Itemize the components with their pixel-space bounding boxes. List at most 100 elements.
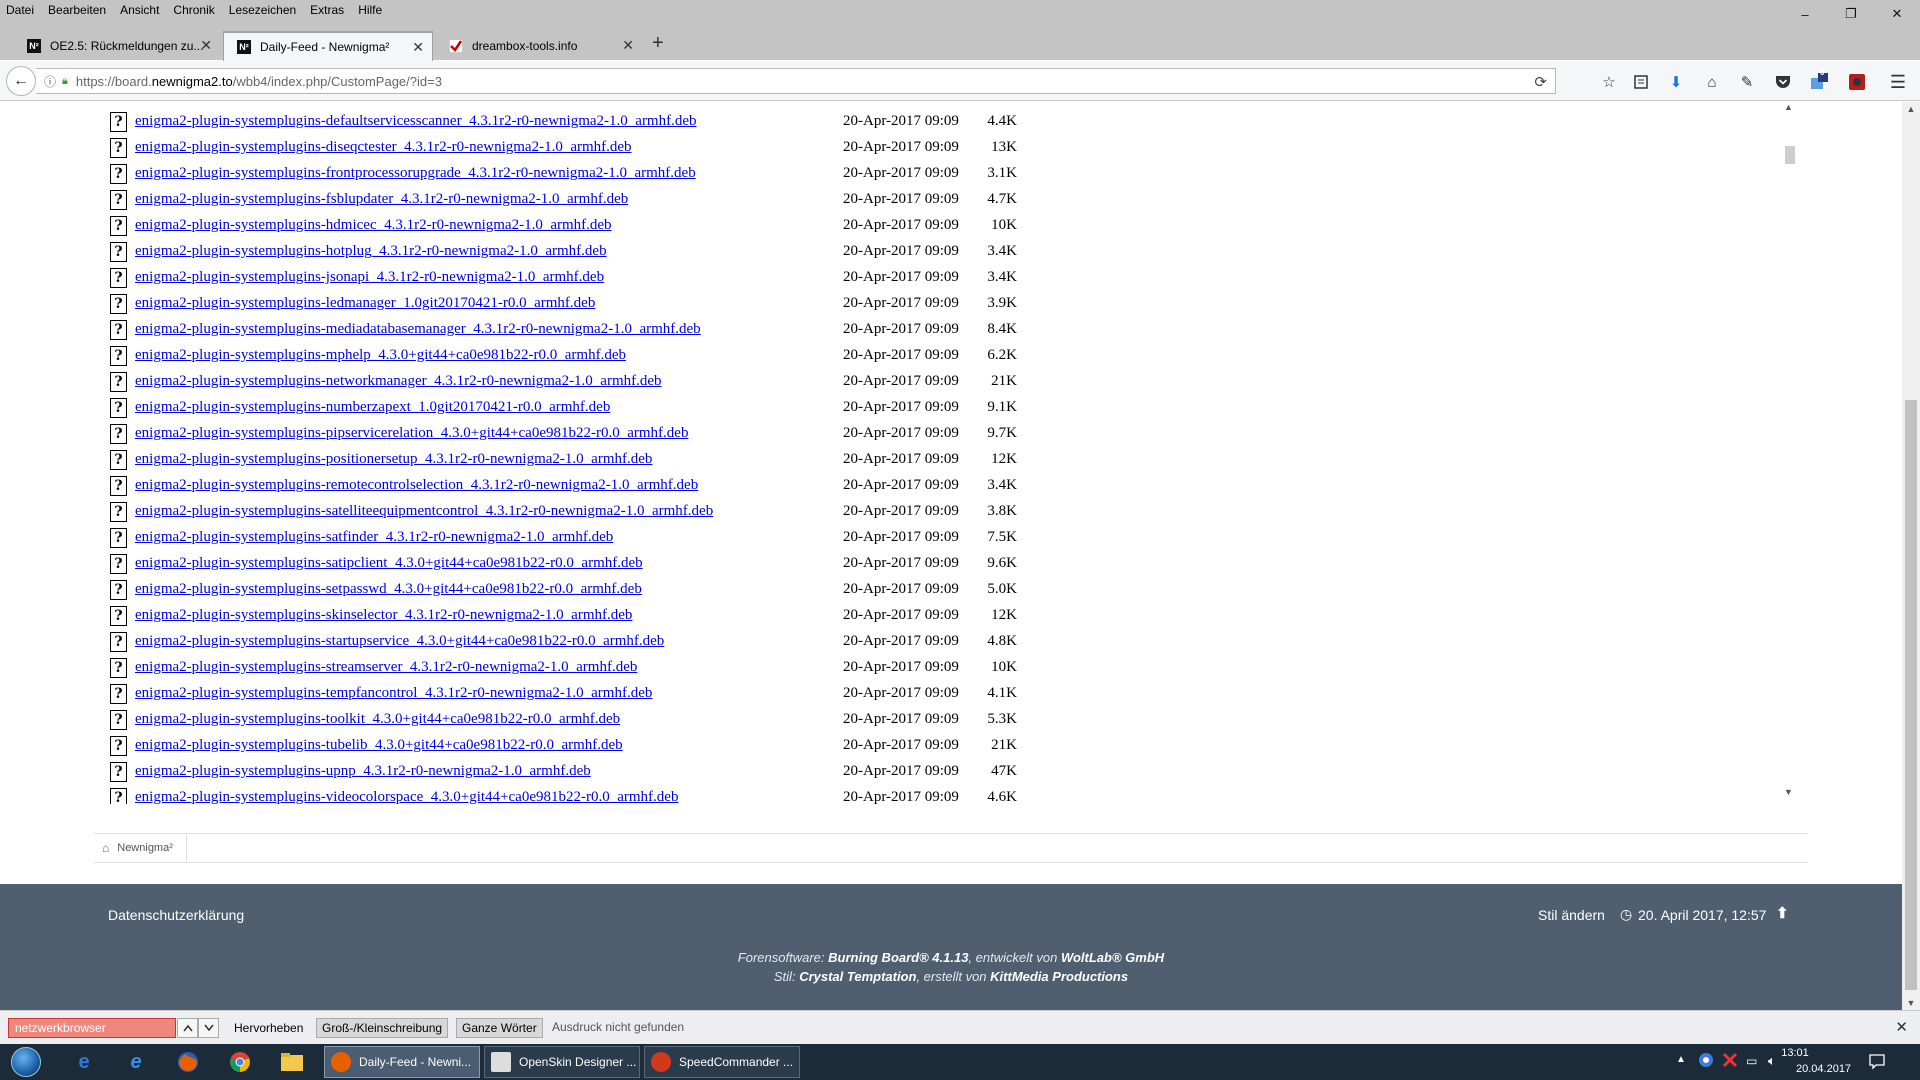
newnigma-favicon-icon: N² [26,38,42,54]
file-link[interactable]: enigma2-plugin-systemplugins-startupserv… [135,633,664,650]
tray-clock-time[interactable]: 13:01 [1775,1047,1815,1059]
highlight-toggle[interactable]: Hervorheben [229,1018,308,1038]
url-bar[interactable]: ⓘ 🔒︎ https://board.newnigma2.to/wbb4/ind… [36,68,1556,94]
scroll-down-icon[interactable]: ▼ [1902,998,1920,1008]
breadcrumb-link[interactable]: Newnigma² [117,842,173,854]
inner-scrollbar[interactable]: ▲ ▼ [1780,102,1797,804]
tab-dreambox-tools[interactable]: dreambox-tools.info ✕ [436,31,642,61]
taskbar-item-speedcommander[interactable]: SpeedCommander ... [644,1046,800,1078]
change-style-link[interactable]: Stil ändern [1538,907,1605,923]
bookmark-star-icon[interactable]: ☆ [1598,71,1620,93]
credit-author-link[interactable]: KittMedia Productions [990,969,1128,984]
file-link[interactable]: enigma2-plugin-systemplugins-numberzapex… [135,399,610,416]
close-tab-icon[interactable]: ✕ [412,40,424,54]
tab-oe25[interactable]: N² OE2.5: Rückmeldungen zu... ✕ [14,31,220,61]
menu-ansicht[interactable]: Ansicht [113,0,166,20]
page-scrollbar[interactable]: ▲ ▼ [1902,102,1920,1010]
extension-icon[interactable] [1846,71,1868,93]
close-tab-icon[interactable]: ✕ [622,38,634,52]
scroll-up-icon[interactable]: ▲ [1902,104,1920,114]
taskbar-item-openskin[interactable]: OpenSkin Designer ... [484,1046,640,1078]
tab-daily-feed[interactable]: N² Daily-Feed - Newnigma² ✕ [223,31,433,61]
file-link[interactable]: enigma2-plugin-systemplugins-pipservicer… [135,425,688,442]
file-link[interactable]: enigma2-plugin-systemplugins-jsonapi_4.3… [135,269,604,286]
scroll-top-icon[interactable]: ⬆ [1776,904,1789,922]
tray-expand-icon[interactable]: ▲ [1676,1054,1686,1065]
menu-bearbeiten[interactable]: Bearbeiten [41,0,113,20]
file-link[interactable]: enigma2-plugin-systemplugins-diseqcteste… [135,139,632,156]
internet-explorer-icon[interactable]: e [114,1047,158,1077]
file-link[interactable]: enigma2-plugin-systemplugins-toolkit_4.3… [135,711,620,728]
file-size: 4.8K [987,633,1017,649]
file-link[interactable]: enigma2-plugin-systemplugins-fsblupdater… [135,191,628,208]
file-link[interactable]: enigma2-plugin-systemplugins-mediadataba… [135,321,701,338]
whole-words-toggle[interactable]: Ganze Wörter [456,1018,543,1038]
url-text[interactable]: https://board.newnigma2.to/wbb4/index.ph… [76,74,442,89]
menu-chronik[interactable]: Chronik [166,0,221,20]
file-link[interactable]: enigma2-plugin-systemplugins-skinselecto… [135,607,632,624]
reading-list-icon[interactable] [1630,71,1652,93]
match-case-toggle[interactable]: Groß-/Kleinschreibung [316,1018,449,1038]
unknown-file-icon: ? [110,528,127,548]
info-icon[interactable]: ⓘ [44,73,56,90]
addon-icon[interactable]: ✎ [1736,71,1758,93]
file-explorer-icon[interactable] [270,1047,314,1077]
menu-extras[interactable]: Extras [303,0,351,20]
credit-product-link[interactable]: Burning Board® 4.1.13 [828,950,968,965]
privacy-link[interactable]: Datenschutzerklärung [108,907,244,923]
close-findbar-icon[interactable]: ✕ [1895,1018,1908,1036]
find-previous-button[interactable] [177,1018,198,1038]
file-link[interactable]: enigma2-plugin-systemplugins-hotplug_4.3… [135,243,607,260]
file-link[interactable]: enigma2-plugin-systemplugins-upnp_4.3.1r… [135,763,591,780]
tray-clock-date[interactable]: 20.04.2017 [1796,1063,1851,1075]
download-icon[interactable]: ⬇ [1665,71,1687,93]
firefox-icon[interactable] [166,1047,210,1077]
file-link[interactable]: enigma2-plugin-systemplugins-streamserve… [135,659,637,676]
scroll-up-icon[interactable]: ▲ [1780,102,1797,119]
file-link[interactable]: enigma2-plugin-systemplugins-networkmana… [135,373,662,390]
file-link[interactable]: enigma2-plugin-systemplugins-positioners… [135,451,652,468]
taskbar-item-firefox[interactable]: Daily-Feed - Newni... [324,1046,480,1078]
back-button[interactable]: ← [6,66,36,96]
file-link[interactable]: enigma2-plugin-systemplugins-mphelp_4.3.… [135,347,626,364]
edge-icon[interactable]: e [62,1047,106,1077]
file-row: ? enigma2-plugin-systemplugins-toolkit_4.… [110,707,1110,733]
file-link[interactable]: enigma2-plugin-systemplugins-setpasswd_4… [135,581,642,598]
home-icon[interactable]: ⌂ [1701,71,1723,93]
menu-datei[interactable]: Datei [0,0,41,20]
home-icon[interactable]: ⌂ [102,841,109,855]
find-input[interactable]: netzwerkbrowser [8,1018,176,1038]
file-link[interactable]: enigma2-plugin-systemplugins-remotecontr… [135,477,698,494]
find-next-button[interactable] [198,1018,219,1038]
close-tab-icon[interactable]: ✕ [200,38,212,52]
security-tray-icon[interactable] [1722,1052,1738,1071]
file-link[interactable]: enigma2-plugin-systemplugins-satfinder_4… [135,529,613,546]
display-tray-icon[interactable]: ▭ [1746,1054,1757,1068]
credit-company-link[interactable]: WoltLab® GmbH [1061,950,1164,965]
file-link[interactable]: enigma2-plugin-systemplugins-videocolors… [135,789,678,804]
file-link[interactable]: enigma2-plugin-systemplugins-hdmicec_4.3… [135,217,612,234]
network-tray-icon[interactable] [1698,1052,1714,1071]
scroll-down-icon[interactable]: ▼ [1780,787,1797,804]
hamburger-menu-icon[interactable]: ☰ [1887,71,1909,93]
chrome-icon[interactable] [218,1047,262,1077]
menu-hilfe[interactable]: Hilfe [351,0,389,20]
file-link[interactable]: enigma2-plugin-systemplugins-ledmanager_… [135,295,595,312]
notifications-icon[interactable]: 0 [1808,68,1830,93]
start-button[interactable] [0,1044,52,1080]
file-size: 10K [991,217,1017,233]
pocket-icon[interactable] [1772,71,1794,93]
file-link[interactable]: enigma2-plugin-systemplugins-satipclient… [135,555,643,572]
file-link[interactable]: enigma2-plugin-systemplugins-frontproces… [135,165,696,182]
menu-lesezeichen[interactable]: Lesezeichen [222,0,303,20]
file-size: 10K [991,659,1017,675]
file-link[interactable]: enigma2-plugin-systemplugins-tubelib_4.3… [135,737,623,754]
action-center-icon[interactable] [1868,1052,1886,1073]
file-link[interactable]: enigma2-plugin-systemplugins-satelliteeq… [135,503,713,520]
inner-scroll-thumb[interactable] [1785,146,1795,164]
file-link[interactable]: enigma2-plugin-systemplugins-tempfancont… [135,685,652,702]
new-tab-button[interactable]: + [652,32,664,55]
reload-button[interactable]: ⟳ [1534,73,1547,91]
file-link[interactable]: enigma2-plugin-systemplugins-defaultserv… [135,113,697,130]
page-scroll-thumb[interactable] [1905,400,1917,990]
